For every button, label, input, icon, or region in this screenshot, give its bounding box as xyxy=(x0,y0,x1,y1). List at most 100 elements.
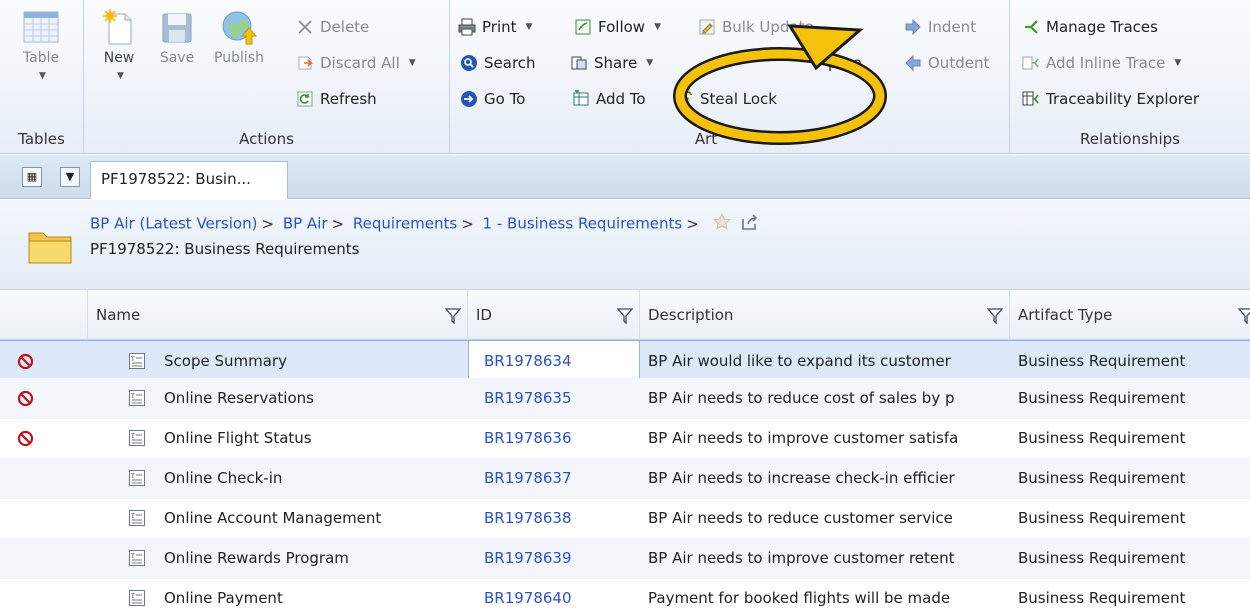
add-inline-trace-button[interactable]: Add Inline Trace ▼ xyxy=(1022,54,1181,72)
chevron-down-icon: ▼ xyxy=(646,58,654,68)
row-id-link[interactable]: BR1978634 xyxy=(484,341,634,382)
manage-traces-button[interactable]: Manage Traces xyxy=(1022,18,1158,36)
table-row[interactable]: T Online Rewards Program BR1978639 BP Air n… xyxy=(0,538,1250,579)
locked-icon xyxy=(17,430,34,447)
artifact-group-label: Art xyxy=(694,130,718,148)
follow-button[interactable]: Follow ▼ xyxy=(574,18,661,36)
globe-upload-icon xyxy=(219,8,259,48)
table-icon xyxy=(21,8,61,48)
table-row[interactable]: T Online Account Management BR1978638 BP Ai… xyxy=(0,498,1250,539)
locked-icon xyxy=(17,353,34,370)
traceability-explorer-button[interactable]: Traceability Explorer xyxy=(1022,90,1199,108)
new-button[interactable]: New ▼ xyxy=(90,8,148,82)
artifact-group: Print ▼ Follow ▼ Bulk Update Search Shar… xyxy=(450,0,1010,154)
chevron-down-icon: ▼ xyxy=(39,71,46,81)
share-link-icon[interactable] xyxy=(740,212,760,236)
row-artifact-type: Business Requirement xyxy=(1018,429,1186,447)
bulk-update-icon xyxy=(698,18,716,36)
table-button[interactable]: Table ▼ xyxy=(12,8,70,82)
row-name: Online Flight Status xyxy=(164,429,312,447)
row-name: Online Check-in xyxy=(164,469,283,487)
row-id-link[interactable]: BR1978640 xyxy=(484,578,634,614)
table-row[interactable]: T Online Payment BR1978640 Payment for book… xyxy=(0,578,1250,614)
publish-button[interactable]: Publish xyxy=(208,8,270,66)
row-name: Online Reservations xyxy=(164,389,314,407)
outdent-button[interactable]: Outdent xyxy=(904,54,989,72)
filter-icon[interactable] xyxy=(445,308,461,324)
search-button[interactable]: Search xyxy=(460,54,536,72)
star-icon[interactable] xyxy=(712,212,732,236)
svg-text:T: T xyxy=(130,393,135,400)
column-header-artifact-type[interactable]: Artifact Type xyxy=(1010,290,1250,340)
row-description: BP Air needs to improve customer satisfa xyxy=(648,429,959,447)
add-to-button[interactable]: Add To xyxy=(572,89,646,108)
bulk-update-button[interactable]: Bulk Update xyxy=(698,18,814,36)
grid-view-icon[interactable]: ▦ xyxy=(22,167,42,187)
svg-text:T: T xyxy=(130,433,135,440)
column-header-id[interactable]: ID xyxy=(468,290,640,340)
tab-business-requirements[interactable]: PF1978522: Busin... xyxy=(90,161,288,199)
row-artifact-type: Business Requirement xyxy=(1018,509,1186,527)
column-header-lock xyxy=(0,290,88,340)
discard-icon xyxy=(296,54,314,72)
breadcrumb-item-requirements[interactable]: Requirements xyxy=(353,215,457,233)
svg-text:T: T xyxy=(130,513,135,520)
locked-icon xyxy=(17,390,34,407)
breadcrumb: BP Air (Latest Version) > BP Air > Require… xyxy=(90,212,760,236)
padlock-icon xyxy=(676,90,694,108)
discard-all-button[interactable]: Discard All ▼ xyxy=(296,54,416,72)
table-row[interactable]: T Online Check-in BR1978637 BP Air needs to… xyxy=(0,458,1250,499)
row-id-link[interactable]: BR1978638 xyxy=(484,498,634,539)
column-header-name[interactable]: Name xyxy=(88,290,468,340)
chevron-down-icon: ▼ xyxy=(525,22,533,32)
row-id-link[interactable]: BR1978639 xyxy=(484,538,634,579)
arrow-left-icon xyxy=(904,54,922,72)
breadcrumb-item-bp-air[interactable]: BP Air xyxy=(283,215,328,233)
save-button[interactable]: Save xyxy=(148,8,206,66)
steal-lock-button[interactable]: Steal Lock xyxy=(676,90,777,108)
svg-text:T: T xyxy=(130,356,135,363)
goto-button[interactable]: Go To xyxy=(460,90,525,108)
filter-icon[interactable] xyxy=(1238,308,1250,324)
ribbon: Table ▼ Tables New ▼ Save Publish Delete… xyxy=(0,0,1250,154)
requirement-document-icon: T xyxy=(129,510,145,526)
compare-button[interactable]: pare xyxy=(828,54,862,72)
requirement-document-icon: T xyxy=(129,590,145,606)
refresh-button[interactable]: Refresh xyxy=(296,90,377,108)
relationships-group-label: Relationships xyxy=(1080,130,1180,148)
filter-icon[interactable] xyxy=(617,308,633,324)
indent-button[interactable]: Indent xyxy=(904,18,976,36)
delete-button[interactable]: Delete xyxy=(296,18,369,36)
arrow-right-icon xyxy=(904,18,922,36)
tables-group: Table ▼ Tables xyxy=(0,0,84,154)
row-description: BP Air would like to expand its customer xyxy=(648,352,951,370)
search-icon xyxy=(460,54,478,72)
table-row[interactable]: T Online Flight Status BR1978636 BP Air nee… xyxy=(0,418,1250,459)
grid-header: Name ID Description Artifact Type xyxy=(0,290,1250,340)
column-header-description[interactable]: Description xyxy=(640,290,1010,340)
save-disk-icon xyxy=(157,8,197,48)
svg-text:T: T xyxy=(130,553,135,560)
breadcrumb-item-business-requirements[interactable]: 1 - Business Requirements xyxy=(483,215,683,233)
table-row[interactable]: T Online Reservations BR1978635 BP Air need… xyxy=(0,378,1250,419)
share-icon xyxy=(570,54,588,72)
requirement-document-icon: T xyxy=(129,470,145,486)
filter-icon[interactable] xyxy=(987,308,1003,324)
trace-icon xyxy=(1022,18,1040,36)
row-description: BP Air needs to reduce customer service xyxy=(648,509,953,527)
breadcrumb-item-project[interactable]: BP Air (Latest Version) xyxy=(90,215,257,233)
print-button[interactable]: Print ▼ xyxy=(458,18,532,36)
row-artifact-type: Business Requirement xyxy=(1018,589,1186,607)
row-id-link[interactable]: BR1978637 xyxy=(484,458,634,499)
requirement-document-icon: T xyxy=(129,353,145,369)
row-artifact-type: Business Requirement xyxy=(1018,389,1186,407)
row-id-link[interactable]: BR1978636 xyxy=(484,418,634,459)
share-button[interactable]: Share ▼ xyxy=(570,54,653,72)
inline-trace-icon xyxy=(1022,54,1040,72)
close-icon xyxy=(296,18,314,36)
row-id-link[interactable]: BR1978635 xyxy=(484,378,634,419)
printer-icon xyxy=(458,18,476,36)
table-row[interactable]: T Scope Summary BR1978634 BP Air would like… xyxy=(0,340,1250,382)
tab-list-dropdown[interactable]: ▼ xyxy=(60,167,80,187)
breadcrumb-separator: > xyxy=(461,214,474,233)
